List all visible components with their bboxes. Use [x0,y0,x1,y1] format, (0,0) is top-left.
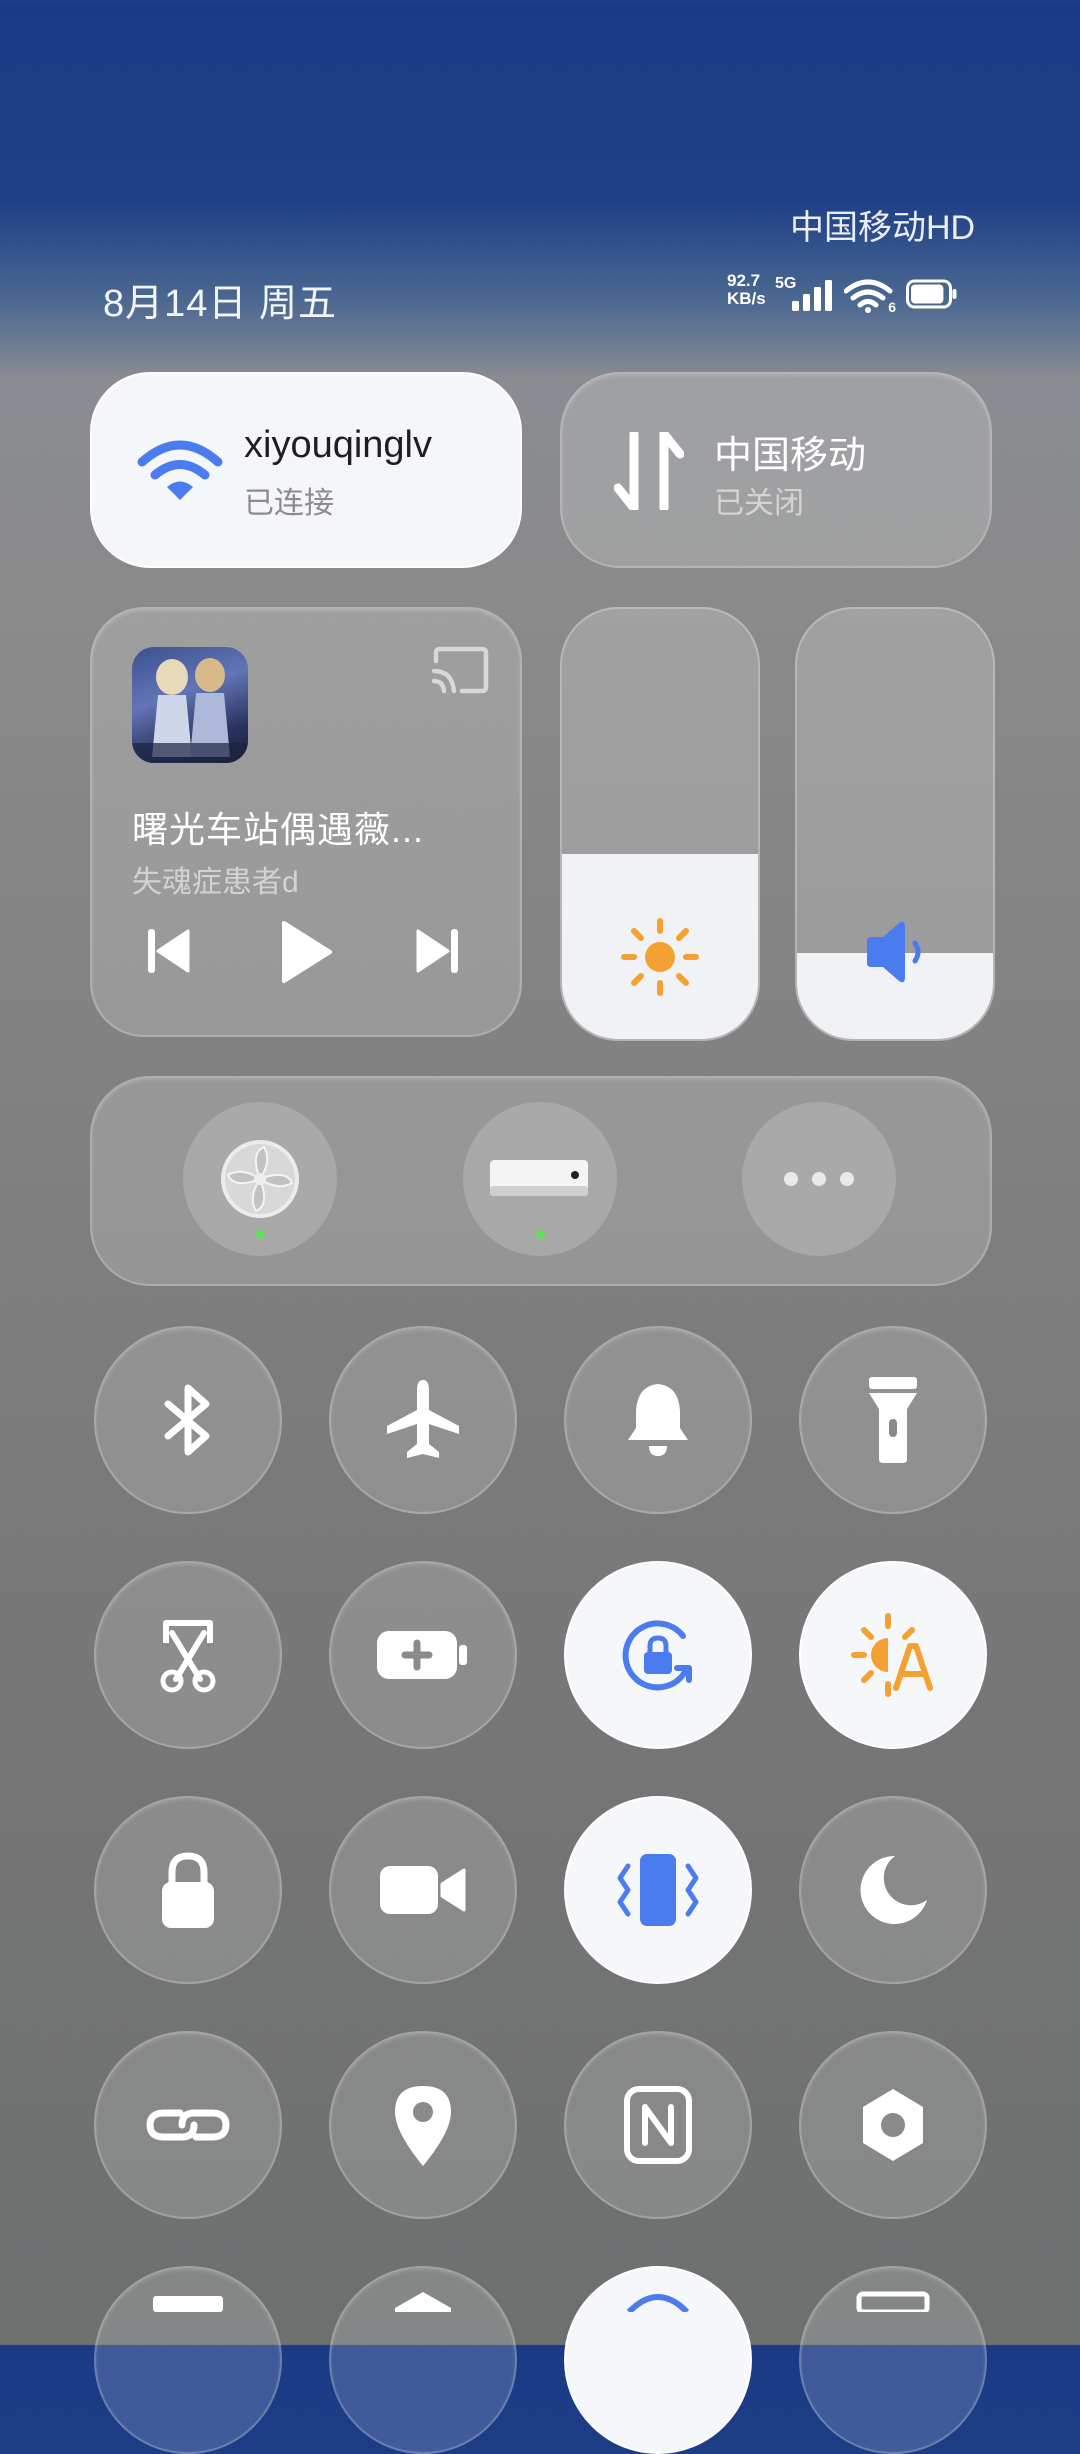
hotspot-icon [623,2288,693,2312]
brightness-slider[interactable] [560,607,760,1041]
link-share-toggle[interactable] [94,2031,282,2219]
wifi-status-icon: 6 [843,279,896,315]
song-title: 曙光车站偶遇薇... [132,809,425,850]
vibrate-toggle[interactable] [564,1796,752,1984]
partial-toggle-2[interactable] [329,2266,517,2454]
airplane-toggle[interactable] [329,1326,517,1514]
mobile-data-icon [613,429,685,515]
settings-toggle[interactable] [799,2031,987,2219]
partial-toggle-4[interactable] [799,2266,987,2454]
vibrate-icon [610,1850,706,1930]
rotation-lock-toggle[interactable] [564,1561,752,1749]
previous-icon[interactable] [146,927,192,980]
fan-online-dot [256,1230,265,1239]
window-icon [153,2288,223,2312]
lock-screen-toggle[interactable] [94,1796,282,1984]
screen-cast-icon [855,2288,931,2312]
volume-icon [859,917,929,992]
artist-name: 失魂症患者d [132,866,299,899]
settings-icon [857,2085,929,2165]
cast-icon[interactable] [430,645,490,700]
nfc-toggle[interactable] [564,2031,752,2219]
airplane-icon [383,1378,463,1462]
bell-icon [623,1380,693,1460]
wifi-icon [136,438,224,509]
home-icon [393,2288,453,2312]
auto-brightness-icon [848,1610,938,1700]
flashlight-toggle[interactable] [799,1326,987,1514]
mobile-data-tile[interactable]: 中国移动 已关闭 [560,372,992,568]
mobile-data-status: 已关闭 [714,487,804,520]
device-more[interactable] [742,1102,896,1256]
wifi-name: xiyouqinglv [244,424,432,466]
partial-toggle-3[interactable] [564,2266,752,2454]
screenshot-icon [150,1617,226,1693]
wifi-tile[interactable]: xiyouqinglv 已连接 [90,372,522,568]
more-icon [782,1170,856,1193]
auto-brightness-toggle[interactable] [799,1561,987,1749]
silent-toggle[interactable] [564,1326,752,1514]
brightness-icon [620,917,700,1002]
location-toggle[interactable] [329,2031,517,2219]
fan-icon [220,1139,300,1224]
location-icon [391,2082,455,2168]
battery-saver-toggle[interactable] [329,1561,517,1749]
bluetooth-icon [158,1380,218,1460]
bluetooth-toggle[interactable] [94,1326,282,1514]
wifi-status: 已连接 [244,487,334,520]
date-label: 8月14日 周五 [103,283,337,325]
lock-icon [156,1848,220,1932]
status-icons: 5G 6 [775,275,958,316]
next-icon[interactable] [414,927,460,980]
nfc-icon [623,2085,693,2165]
link-icon [146,2093,230,2157]
air-conditioner-icon [489,1158,589,1205]
wifi-standard-label: 6 [888,299,896,315]
rotation-lock-icon [613,1610,703,1700]
screenshot-toggle[interactable] [94,1561,282,1749]
ac-online-dot [536,1230,545,1239]
video-camera-icon [378,1860,468,1920]
volume-slider[interactable] [795,607,995,1041]
flashlight-icon [865,1375,921,1465]
album-art[interactable] [132,647,248,763]
moon-icon [855,1852,931,1928]
play-icon[interactable] [278,919,334,990]
battery-saver-icon [375,1627,471,1683]
network-type-label: 5G [775,275,797,292]
carrier-name: 中国移动 [714,435,867,477]
signal-icon: 5G [775,275,834,313]
carrier-label: 中国移动HD [790,209,976,247]
screen-record-toggle[interactable] [329,1796,517,1984]
dark-mode-toggle[interactable] [799,1796,987,1984]
partial-toggle-1[interactable] [94,2266,282,2454]
battery-icon [906,279,958,314]
media-player[interactable]: 曙光车站偶遇薇... 失魂症患者d [90,607,522,1037]
